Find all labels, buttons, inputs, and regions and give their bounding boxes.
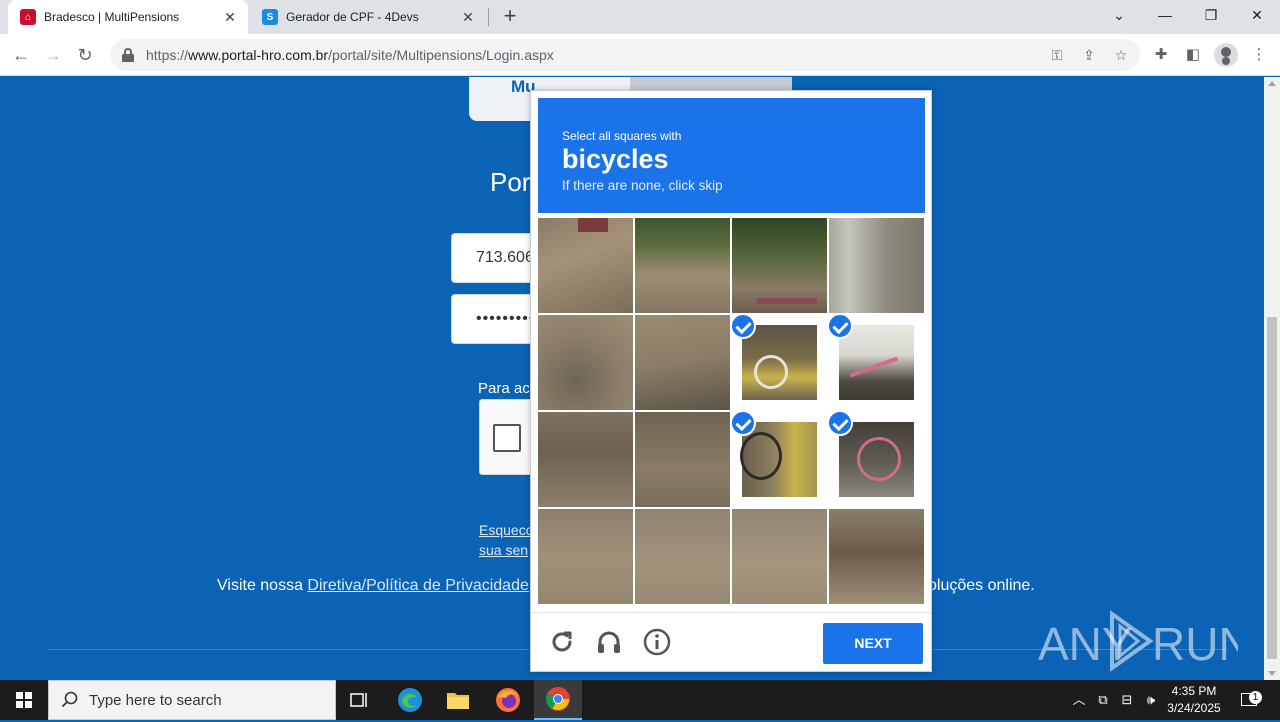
captcha-tile[interactable] <box>635 218 730 313</box>
recaptcha-checkbox[interactable] <box>493 424 521 452</box>
captcha-tile[interactable] <box>829 509 924 604</box>
captcha-tile-selected[interactable] <box>829 412 924 507</box>
task-view-icon[interactable] <box>336 680 384 720</box>
captcha-tile-selected[interactable] <box>829 315 924 410</box>
windows-start-icon[interactable] <box>0 680 48 720</box>
bookmark-star-icon[interactable]: ☆ <box>1110 45 1132 65</box>
tab-separator <box>488 8 489 26</box>
bradesco-favicon-icon: ⌂ <box>20 9 36 25</box>
profile-avatar-icon[interactable] <box>1214 43 1238 67</box>
tab-title: Bradesco | MultiPensions <box>44 10 180 24</box>
back-button[interactable]: ← <box>8 42 34 68</box>
captcha-image-grid <box>538 218 925 605</box>
windows-taskbar: Type here to search ︿ ⧉ ⊟ 🕪 4:35 PM 3/24… <box>0 680 1280 720</box>
notification-center-icon[interactable]: 1 <box>1236 680 1262 720</box>
captcha-tile[interactable] <box>635 412 730 507</box>
reload-button[interactable]: ↻ <box>72 42 98 68</box>
scroll-up-arrow-icon[interactable] <box>1268 81 1276 86</box>
forgot-password-link[interactable]: Esqueco sua sen <box>479 520 533 560</box>
browser-tab-strip: ⌂ Bradesco | MultiPensions ✕ S Gerador d… <box>0 0 1280 34</box>
scroll-down-arrow-icon[interactable] <box>1268 671 1276 676</box>
anyrun-watermark-logo: ANY RUN <box>1038 610 1238 672</box>
forgot-line-2: sua sen <box>479 542 529 558</box>
close-window-button[interactable]: ✕ <box>1234 0 1280 30</box>
tab-search-chevron-icon[interactable]: ⌄ <box>1096 0 1142 30</box>
captcha-challenge-dialog: Select all squares with bicycles If ther… <box>530 90 932 672</box>
new-tab-button[interactable]: + <box>498 5 522 29</box>
forward-button[interactable]: → <box>40 42 66 68</box>
captcha-tile-selected[interactable] <box>732 315 827 410</box>
search-icon <box>61 691 78 708</box>
page-title: Por <box>490 167 531 197</box>
close-tab-icon[interactable]: ✕ <box>222 9 238 25</box>
scroll-thumb[interactable] <box>1267 317 1277 659</box>
share-icon[interactable]: ⇪ <box>1078 45 1100 65</box>
page-scrollbar[interactable] <box>1264 77 1280 680</box>
browser-toolbar: ← → ↻ https://www.portal-hro.com.br/port… <box>0 34 1280 76</box>
watermark-run-text: RUN <box>1152 618 1238 670</box>
4devs-favicon-icon: S <box>262 9 278 25</box>
reload-challenge-icon[interactable] <box>547 627 577 657</box>
notification-count-badge: 1 <box>1249 691 1262 704</box>
taskbar-search-input[interactable]: Type here to search <box>48 680 336 720</box>
captcha-tile[interactable] <box>635 315 730 410</box>
captcha-tile[interactable] <box>732 218 827 313</box>
privacy-prefix: Visite nossa <box>217 577 308 594</box>
minimize-button[interactable]: — <box>1142 0 1188 30</box>
close-tab-icon[interactable]: ✕ <box>460 9 476 25</box>
clock-date: 3/24/2025 <box>1167 701 1221 715</box>
address-bar[interactable]: https://www.portal-hro.com.br/portal/sit… <box>110 39 1140 71</box>
volume-icon[interactable]: 🕪 <box>1140 680 1162 720</box>
network-icon[interactable]: ⊟ <box>1116 680 1138 720</box>
audio-challenge-icon[interactable] <box>594 627 624 657</box>
tab-title: Gerador de CPF - 4Devs <box>286 10 419 24</box>
show-hidden-icons-chevron-icon[interactable]: ︿ <box>1068 680 1090 720</box>
tab-4devs[interactable]: S Gerador de CPF - 4Devs ✕ <box>250 0 486 34</box>
file-explorer-icon[interactable] <box>434 680 482 720</box>
url-text: https://www.portal-hro.com.br/portal/sit… <box>146 47 554 63</box>
captcha-tile[interactable] <box>538 509 633 604</box>
lock-icon[interactable] <box>122 48 134 62</box>
info-icon[interactable] <box>642 627 672 657</box>
edge-browser-icon[interactable] <box>386 680 434 720</box>
tab-bradesco[interactable]: ⌂ Bradesco | MultiPensions ✕ <box>8 0 248 34</box>
captcha-footer: NEXT <box>531 612 931 672</box>
extensions-puzzle-icon[interactable]: ✚ <box>1150 44 1172 66</box>
captcha-instruction: Select all squares with <box>562 129 682 143</box>
key-icon[interactable]: ⚿ <box>1046 45 1068 65</box>
privacy-text: Visite nossa Diretiva/Política de Privac… <box>217 577 529 595</box>
device-status-icon[interactable]: ⧉ <box>1092 680 1114 720</box>
restore-button[interactable]: ❐ <box>1188 0 1234 30</box>
captcha-hint: If there are none, click skip <box>562 178 723 193</box>
captcha-tile[interactable] <box>538 218 633 313</box>
forgot-line-1: Esqueco <box>479 522 534 538</box>
side-panel-icon[interactable]: ◧ <box>1182 44 1204 66</box>
system-clock[interactable]: 4:35 PM 3/24/2025 <box>1160 683 1228 717</box>
menu-kebab-icon[interactable]: ⋮ <box>1248 44 1270 66</box>
chrome-icon[interactable] <box>534 680 582 720</box>
captcha-tile[interactable] <box>538 412 633 507</box>
captcha-header: Select all squares with bicycles If ther… <box>538 98 925 213</box>
captcha-tile[interactable] <box>538 315 633 410</box>
captcha-tile[interactable] <box>829 218 924 313</box>
privacy-tail-text: oluções online. <box>928 577 1035 594</box>
privacy-policy-link[interactable]: Diretiva/Política de Privacidade <box>307 577 528 594</box>
clock-time: 4:35 PM <box>1171 684 1217 698</box>
next-button[interactable]: NEXT <box>823 623 923 664</box>
captcha-tile[interactable] <box>635 509 730 604</box>
search-placeholder: Type here to search <box>89 691 222 709</box>
captcha-tile-selected[interactable] <box>732 412 827 507</box>
captcha-tile[interactable] <box>732 509 827 604</box>
captcha-target-word: bicycles <box>562 144 669 174</box>
firefox-icon[interactable] <box>484 680 532 720</box>
